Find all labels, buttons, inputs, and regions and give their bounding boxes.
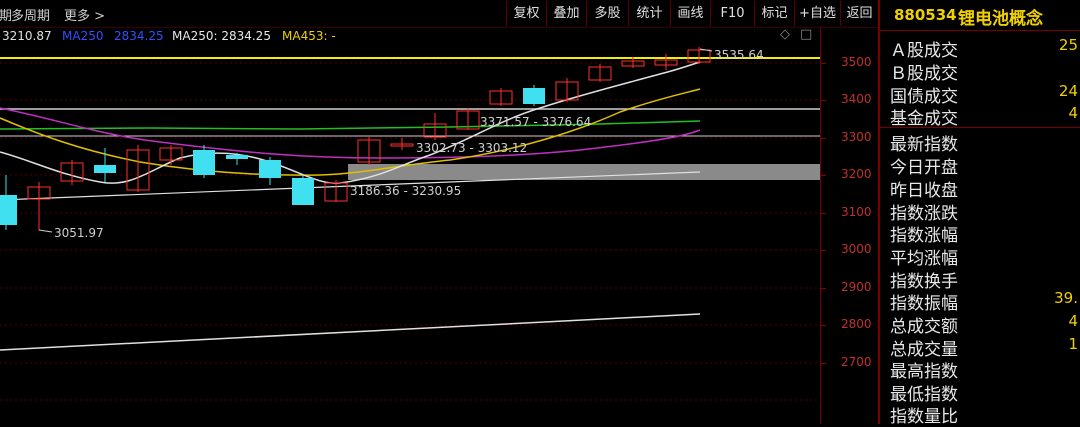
f10-button[interactable]: F10 [710, 1, 754, 26]
toolbar: 周期 多周期 更多 > 复权 叠加 多股 统计 画线 F10 标记 +自选 返回 [0, 0, 878, 28]
panel-row: 总成交额 4 [890, 312, 1080, 337]
panel-row-label: 指数振幅 [890, 294, 958, 314]
annotation-zone-2: 3302.73 - 3303.12 [416, 141, 527, 155]
panel-row-value: 24 [1058, 82, 1078, 100]
panel-row-label: 最高指数 [890, 362, 958, 382]
tick-2700: 2700 [841, 355, 872, 369]
ma453-label: MA453: - [282, 29, 336, 43]
panel-row: 昨日收盘 [890, 176, 1080, 201]
panel-row: 今日开盘 [890, 153, 1080, 178]
panel-row-value: 4 [1068, 104, 1078, 122]
ma250-label: MA250: 2834.25 [172, 29, 271, 43]
tick-3400: 3400 [841, 92, 872, 106]
panel-row: 指数振幅 39. [890, 289, 1080, 314]
fuquan-button[interactable]: 复权 [506, 1, 546, 26]
square-icon[interactable]: □ [800, 27, 812, 42]
panel-row: Ａ股成交 25 [890, 36, 1080, 61]
kline-chart[interactable]: 3535.64 3371.57 - 3376.64 3302.73 - 3303… [0, 45, 820, 424]
panel-row-value: 25 [1058, 36, 1078, 54]
statistics-button[interactable]: 统计 [628, 1, 670, 26]
annotation-zone-1: 3371.57 - 3376.64 [480, 115, 591, 129]
tick-3300: 3300 [841, 130, 872, 144]
panel-row-label: 平均涨幅 [890, 249, 958, 269]
ma250-dup-value: 2834.25 [114, 29, 164, 43]
ma-first-value: 3210.87 [2, 29, 52, 43]
panel-row-value: 1 [1068, 335, 1078, 353]
draw-line-button[interactable]: 画线 [670, 1, 710, 26]
panel-row: 最高指数 [890, 357, 1080, 382]
panel-divider [880, 127, 1080, 128]
panel-row: 最新指数 [890, 130, 1080, 155]
panel-row-label: Ｂ股成交 [890, 64, 958, 84]
tick-2800: 2800 [841, 317, 872, 331]
add-favorite-button[interactable]: +自选 [794, 1, 840, 26]
panel-row-label: 指数涨幅 [890, 226, 958, 246]
panel-row-label: 指数量比 [890, 407, 958, 427]
info-panel: 880534 锂电池概念 Ａ股成交 25 Ｂ股成交 国债成交 24 基金成交 4 最新指数 今日… [878, 0, 1080, 427]
gray-zone[interactable] [348, 164, 820, 180]
tick-3200: 3200 [841, 167, 872, 181]
more-menu[interactable]: 更多 > [64, 5, 105, 24]
panel-row: Ｂ股成交 [890, 59, 1080, 84]
diamond-icon[interactable]: ◇ [780, 27, 790, 42]
panel-row-label: Ａ股成交 [890, 41, 958, 61]
tick-3100: 3100 [841, 205, 872, 219]
panel-row: 指数涨幅 [890, 221, 1080, 246]
ma-legend: 3210.87 MA250 2834.25 MA250: 2834.25 MA4… [0, 27, 820, 45]
panel-row-value: 4 [1068, 312, 1078, 330]
annotation-high: 3535.64 [714, 48, 764, 62]
back-button[interactable]: 返回 [840, 1, 878, 26]
overlay-button[interactable]: 叠加 [546, 1, 586, 26]
panel-row: 基金成交 4 [890, 104, 1080, 129]
grid [0, 62, 820, 401]
annotation-zone-3: 3186.36 - 3230.95 [350, 184, 461, 198]
index-code: 880534 [894, 6, 957, 24]
annotation-low: 3051.97 [54, 226, 104, 240]
price-axis: 3500 3400 3300 3200 3100 3000 2900 2800 … [820, 27, 879, 424]
long-trend-line[interactable] [0, 313, 701, 351]
panel-title: 880534 锂电池概念 [880, 0, 1080, 31]
ma250-dup-label: MA250 [62, 29, 104, 43]
panel-row-label: 昨日收盘 [890, 181, 958, 201]
panel-row-label: 最新指数 [890, 135, 958, 155]
panel-row-value: 39. [1054, 289, 1078, 307]
tick-2900: 2900 [841, 280, 872, 294]
panel-row-label: 今日开盘 [890, 158, 958, 178]
tick-3500: 3500 [841, 55, 872, 69]
multi-period-menu[interactable]: 多周期 [11, 5, 50, 24]
panel-row-label: 总成交额 [890, 317, 958, 337]
index-name: 锂电池概念 [958, 9, 1043, 29]
multi-stock-button[interactable]: 多股 [586, 1, 628, 26]
panel-row: 指数量比 [890, 402, 1080, 427]
mark-button[interactable]: 标记 [754, 1, 794, 26]
panel-row: 平均涨幅 [890, 244, 1080, 269]
panel-row-label: 基金成交 [890, 109, 958, 129]
tick-3000: 3000 [841, 242, 872, 256]
